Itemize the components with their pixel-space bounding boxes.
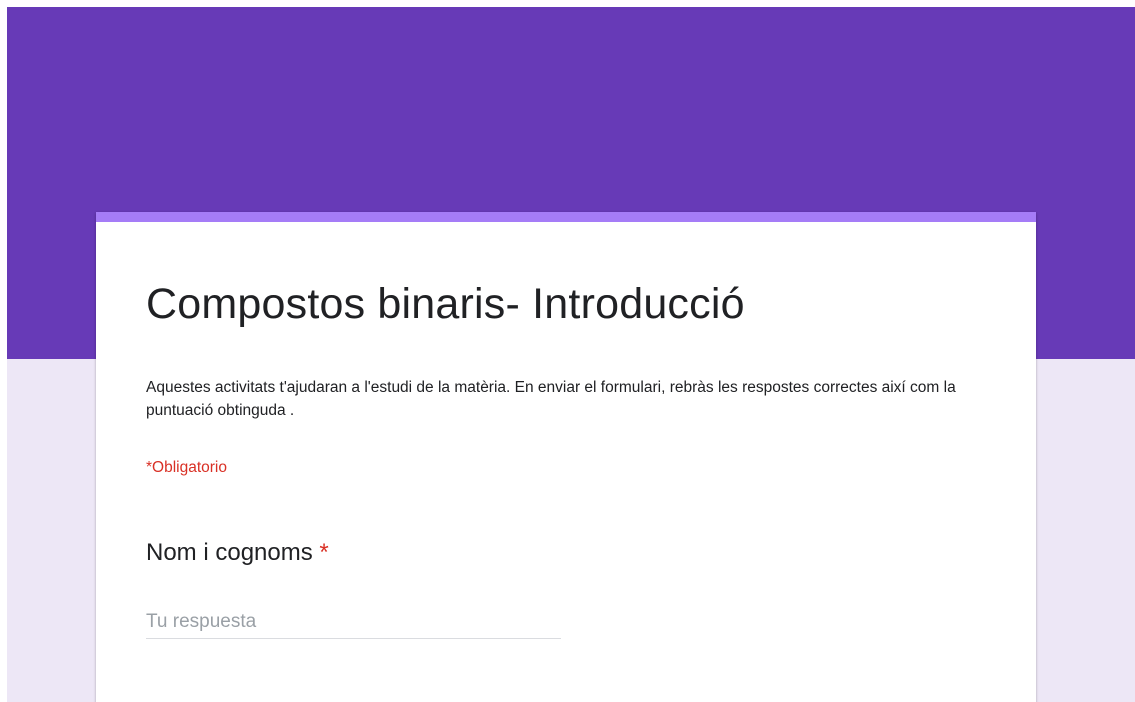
- required-asterisk: *: [319, 539, 329, 566]
- required-note: *Obligatorio: [146, 459, 227, 476]
- question-title-text: Nom i cognoms: [146, 539, 313, 566]
- form-header-card: Compostos binaris- Introducció Aquestes …: [96, 212, 1036, 702]
- form-description: Aquestes activitats t'ajudaran a l'estud…: [146, 379, 956, 419]
- card-accent-bar: [96, 212, 1036, 222]
- form-title: Compostos binaris- Introducció: [146, 280, 745, 328]
- form-viewport: Compostos binaris- Introducció Aquestes …: [7, 7, 1135, 702]
- question-title: Nom i cognoms *: [146, 539, 329, 567]
- answer-input[interactable]: [146, 606, 561, 639]
